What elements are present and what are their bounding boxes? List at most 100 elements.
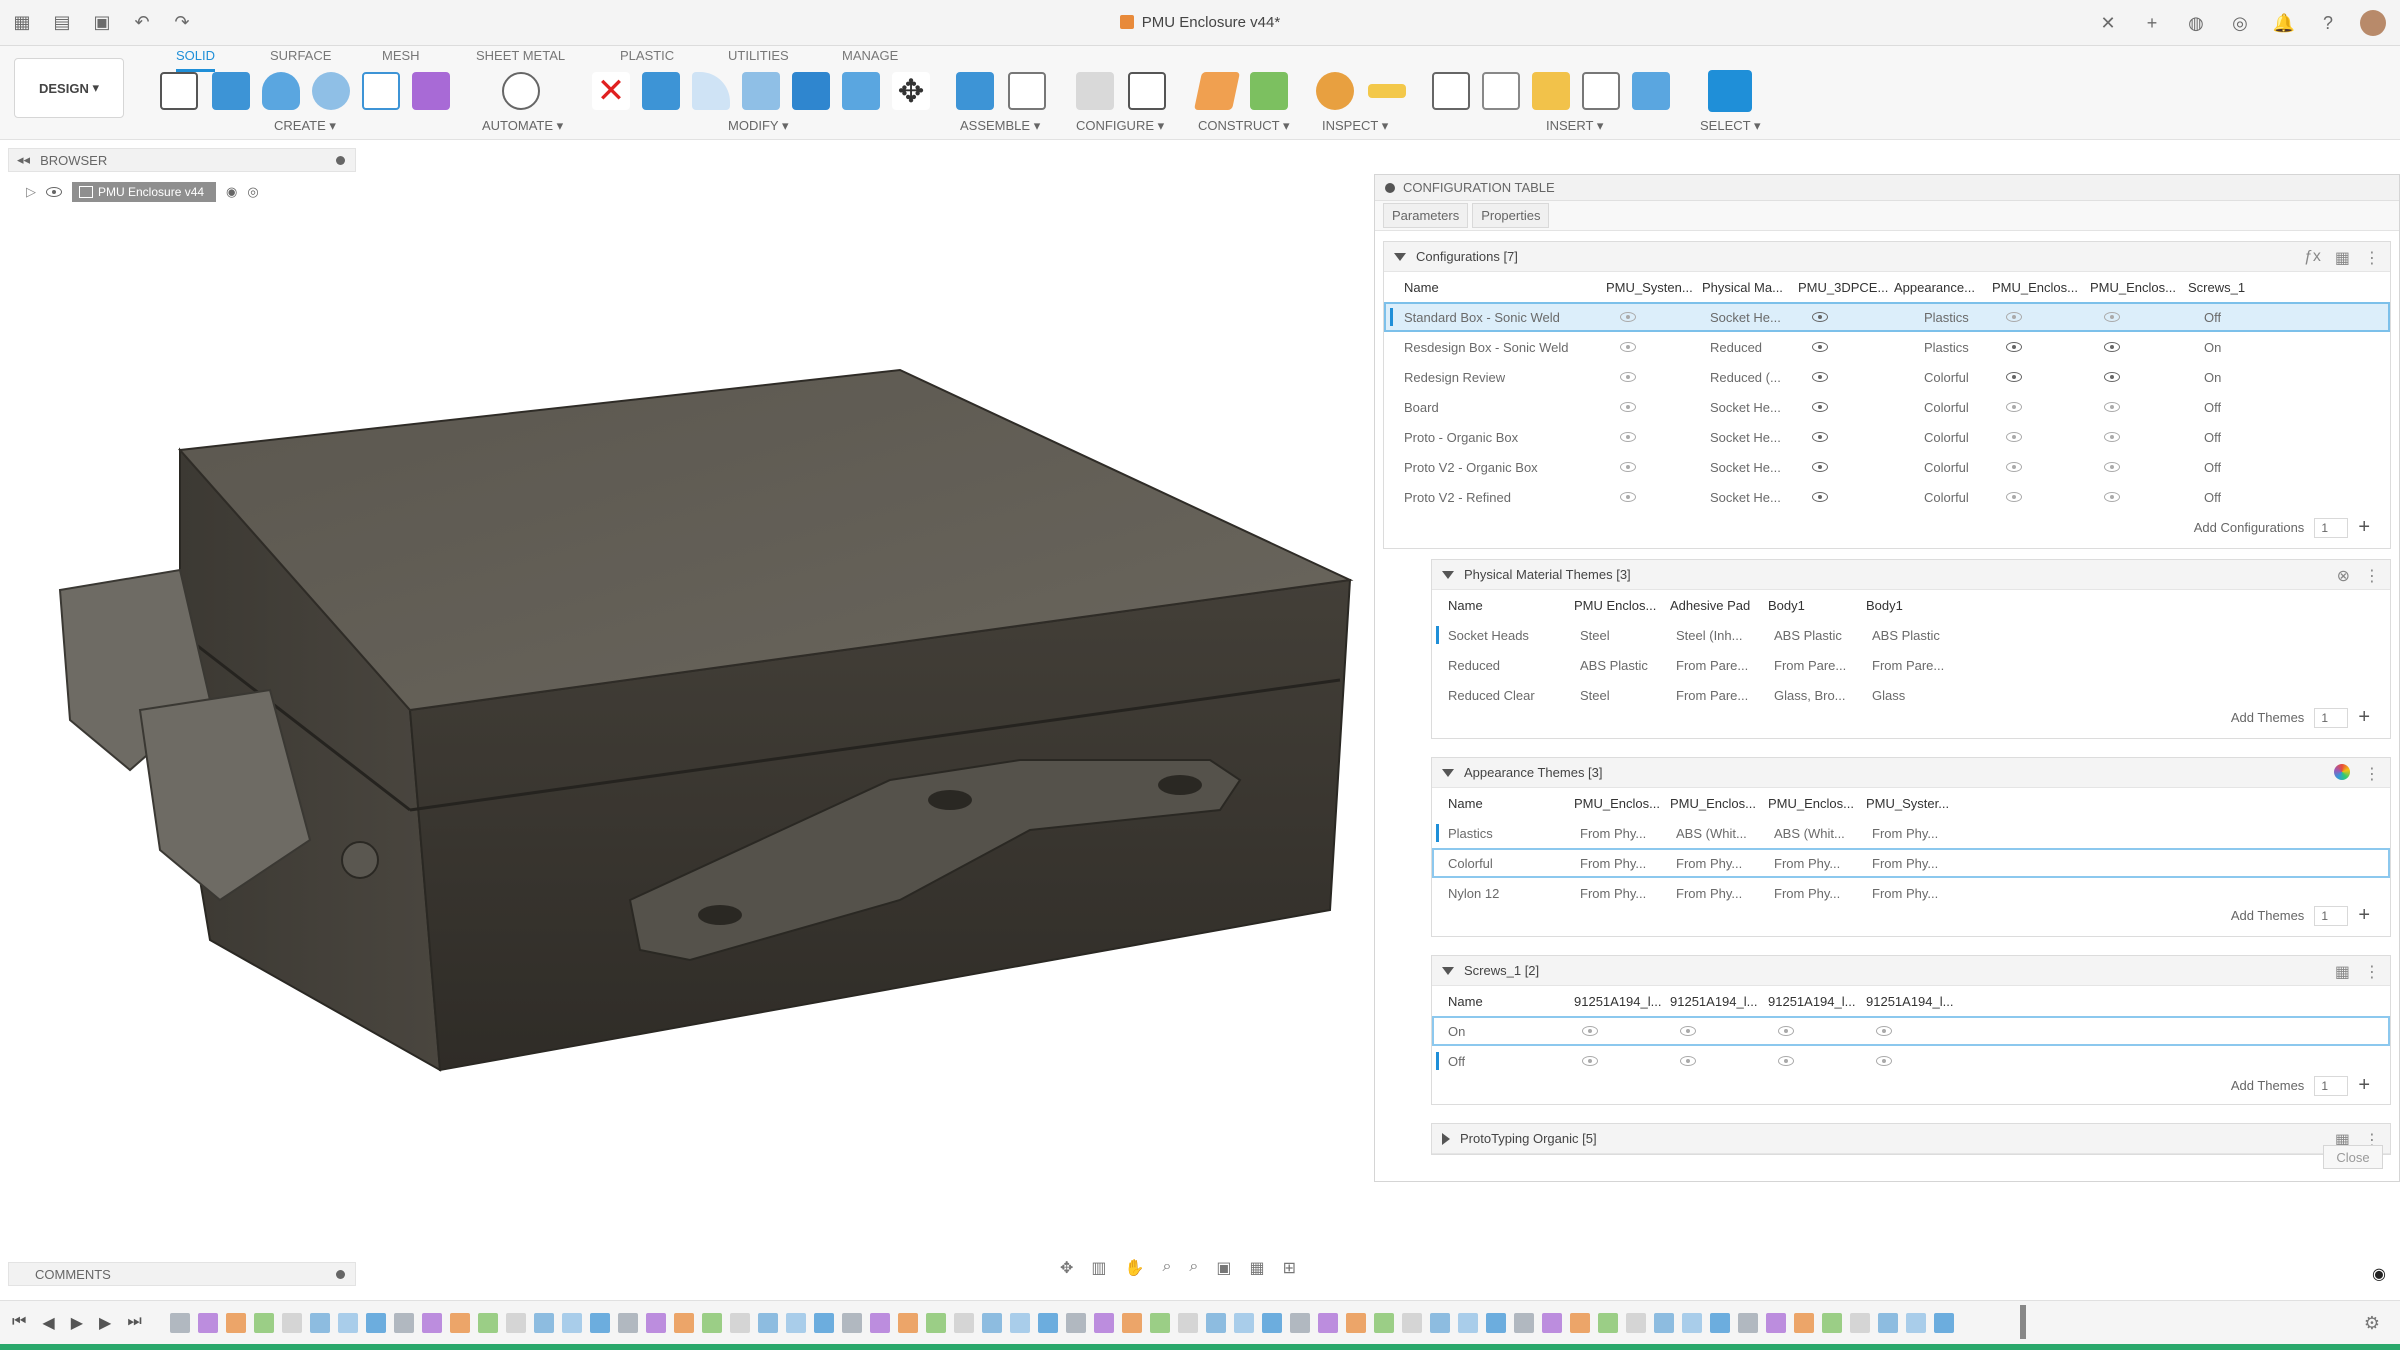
timeline-feature-icon[interactable] xyxy=(366,1313,386,1333)
add-themes-count[interactable]: 1 xyxy=(2314,905,2349,926)
timeline-feature-icon[interactable] xyxy=(1626,1313,1646,1333)
timeline-feature-icon[interactable] xyxy=(1682,1313,1702,1333)
timeline-feature-icon[interactable] xyxy=(954,1313,974,1333)
cell-value[interactable]: ABS Plastic xyxy=(1580,658,1648,673)
table-row[interactable]: Colorful From Phy... From Phy... From Ph… xyxy=(1432,848,2390,878)
collapse-triangle-icon[interactable] xyxy=(1442,570,1454,579)
column-header[interactable]: PMU Enclos... xyxy=(1574,598,1664,613)
timeline-feature-icon[interactable] xyxy=(1654,1313,1674,1333)
visibility-eye-icon[interactable] xyxy=(1778,1025,1794,1036)
select-group-label[interactable]: SELECT ▾ xyxy=(1700,118,1760,134)
timeline-feature-icon[interactable] xyxy=(982,1313,1002,1333)
automate-icon[interactable] xyxy=(502,72,540,110)
collapse-triangle-icon[interactable] xyxy=(1394,252,1406,261)
grid-settings-icon[interactable]: ▦ xyxy=(1250,1258,1265,1278)
panel-pin-icon[interactable] xyxy=(336,1270,345,1279)
visibility-eye-icon[interactable] xyxy=(1876,1055,1892,1066)
table-row[interactable]: Socket Heads Steel Steel (Inh... ABS Pla… xyxy=(1432,620,2390,650)
tab-properties[interactable]: Properties xyxy=(1472,203,1550,228)
column-header[interactable]: PMU_Syster... xyxy=(1866,796,1956,811)
cell-value[interactable]: Steel xyxy=(1580,688,1610,703)
timeline-feature-icon[interactable] xyxy=(1542,1313,1562,1333)
collapse-triangle-icon[interactable] xyxy=(1442,966,1454,975)
column-header[interactable]: Physical Ma... xyxy=(1702,280,1794,295)
timeline-feature-icon[interactable] xyxy=(1850,1313,1870,1333)
table-row[interactable]: Proto V2 - Refined Socket He... Colorful… xyxy=(1384,482,2390,512)
visibility-eye-icon[interactable] xyxy=(1778,1055,1794,1066)
extrude-icon[interactable] xyxy=(212,72,250,110)
timeline-feature-icon[interactable] xyxy=(1150,1313,1170,1333)
visibility-eye-icon[interactable] xyxy=(1620,401,1636,412)
timeline-feature-icon[interactable] xyxy=(1318,1313,1338,1333)
visibility-eye-icon[interactable] xyxy=(1582,1025,1598,1036)
pan-icon[interactable]: ✋ xyxy=(1125,1258,1145,1278)
column-header[interactable]: PMU_Enclos... xyxy=(1768,796,1858,811)
close-tab-icon[interactable]: ✕ xyxy=(2096,11,2120,35)
timeline-feature-icon[interactable] xyxy=(1934,1313,1954,1333)
timeline-feature-icon[interactable] xyxy=(1122,1313,1142,1333)
column-header[interactable]: PMU_Enclos... xyxy=(1574,796,1664,811)
visibility-eye-icon[interactable] xyxy=(1620,431,1636,442)
timeline-feature-icon[interactable] xyxy=(1598,1313,1618,1333)
table-row[interactable]: On xyxy=(1432,1016,2390,1046)
config-name[interactable]: Proto V2 - Organic Box xyxy=(1404,460,1538,475)
table-row[interactable]: Redesign Review Reduced (... Colorful On xyxy=(1384,362,2390,392)
timeline-feature-icon[interactable] xyxy=(1346,1313,1366,1333)
config-name[interactable]: Standard Box - Sonic Weld xyxy=(1404,310,1560,325)
joint-icon[interactable] xyxy=(1008,72,1046,110)
theme-name[interactable]: Colorful xyxy=(1448,856,1493,871)
timeline-feature-icon[interactable] xyxy=(1486,1313,1506,1333)
timeline-feature-icon[interactable] xyxy=(1738,1313,1758,1333)
timeline-feature-icon[interactable] xyxy=(478,1313,498,1333)
visibility-eye-icon[interactable] xyxy=(2006,431,2022,442)
theme-name[interactable]: Socket Heads xyxy=(1448,628,1529,643)
visibility-eye-icon[interactable] xyxy=(1812,431,1828,442)
timeline-feature-icon[interactable] xyxy=(282,1313,302,1333)
browser-panel-header[interactable]: ◂◂ BROWSER xyxy=(8,148,356,172)
cell-value[interactable]: From Pare... xyxy=(1872,658,1944,673)
physical-themes-header[interactable]: Physical Material Themes [3] ⊗ ⋮ xyxy=(1432,560,2390,590)
timeline-feature-icon[interactable] xyxy=(310,1313,330,1333)
add-themes-count[interactable]: 1 xyxy=(2314,1075,2349,1096)
cell-value[interactable]: Off xyxy=(2204,400,2221,415)
move-icon[interactable]: ✥ xyxy=(892,72,930,110)
browser-root-item[interactable]: ▷ PMU Enclosure v44 ◉ ◎ xyxy=(26,182,259,202)
timeline-feature-icon[interactable] xyxy=(562,1313,582,1333)
timeline-feature-icon[interactable] xyxy=(170,1313,190,1333)
timeline-end-icon[interactable]: ⏭ xyxy=(127,1313,141,1333)
timeline-feature-icon[interactable] xyxy=(674,1313,694,1333)
config-name[interactable]: Proto V2 - Refined xyxy=(1404,490,1511,505)
visibility-eye-icon[interactable] xyxy=(2006,401,2022,412)
insert-mesh-icon[interactable] xyxy=(1582,72,1620,110)
timeline-feature-icon[interactable] xyxy=(1038,1313,1058,1333)
timeline-feature-icon[interactable] xyxy=(1066,1313,1086,1333)
enclosure-model[interactable] xyxy=(30,340,1360,1100)
visibility-eye-icon[interactable] xyxy=(1620,461,1636,472)
column-header[interactable]: Body1 xyxy=(1768,598,1858,613)
help-icon[interactable]: ? xyxy=(2316,11,2340,35)
cell-value[interactable]: Off xyxy=(2204,430,2221,445)
extensions-icon[interactable]: ◍ xyxy=(2184,11,2208,35)
add-theme-button[interactable]: + xyxy=(2358,1074,2370,1097)
timeline-feature-icon[interactable] xyxy=(338,1313,358,1333)
modify-group-label[interactable]: MODIFY ▾ xyxy=(728,118,788,134)
tab-sheet-metal[interactable]: SHEET METAL xyxy=(476,48,565,69)
cell-value[interactable]: Colorful xyxy=(1924,460,1969,475)
cell-value[interactable]: Off xyxy=(2204,490,2221,505)
timeline-feature-icon[interactable] xyxy=(814,1313,834,1333)
cell-value[interactable]: On xyxy=(2204,340,2221,355)
timeline-start-icon[interactable]: ⏮ xyxy=(12,1313,26,1333)
column-header[interactable]: 91251A194_l... xyxy=(1866,994,1956,1009)
column-header[interactable]: PMU_Enclos... xyxy=(2090,280,2182,295)
visibility-eye-icon[interactable] xyxy=(2006,341,2022,352)
visibility-eye-icon[interactable] xyxy=(2104,461,2120,472)
visibility-eye-icon[interactable] xyxy=(1812,311,1828,322)
shell-icon[interactable] xyxy=(742,72,780,110)
viewports-icon[interactable]: ⊞ xyxy=(1283,1258,1296,1278)
zoom-icon[interactable]: ⌕ xyxy=(1162,1258,1171,1278)
column-header[interactable]: PMU_Systen... xyxy=(1606,280,1698,295)
visibility-eye-icon[interactable] xyxy=(1812,341,1828,352)
timeline-feature-icon[interactable] xyxy=(1710,1313,1730,1333)
visibility-eye-icon[interactable] xyxy=(1680,1025,1696,1036)
timeline-feature-icon[interactable] xyxy=(1262,1313,1282,1333)
